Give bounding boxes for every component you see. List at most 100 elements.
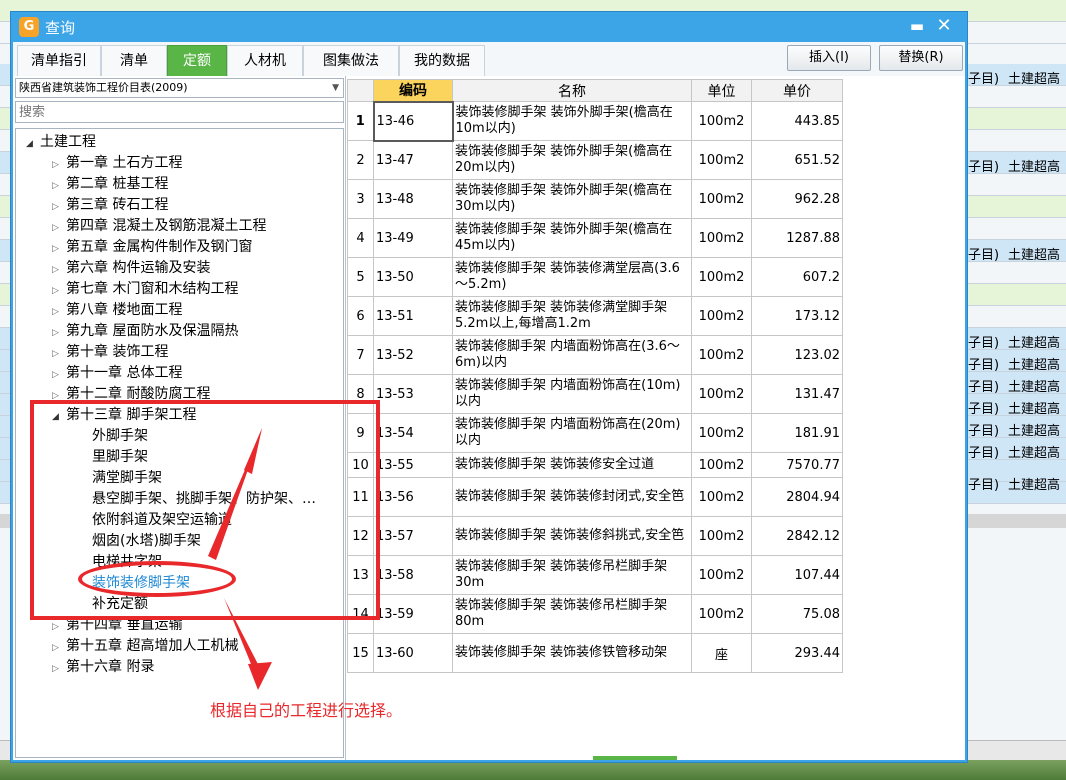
tab-list[interactable]: 清单 bbox=[101, 45, 167, 76]
unit-cell[interactable]: 100m2 bbox=[691, 452, 752, 478]
table-row[interactable]: 3 13-48 装饰装修脚手架 装饰外脚手架(檐高在30m以内) 100m2 962.2… bbox=[347, 179, 843, 219]
price-cell[interactable]: 962.28 bbox=[751, 179, 843, 219]
code-cell[interactable]: 13-46 bbox=[372, 100, 454, 142]
row-number[interactable]: 4 bbox=[347, 218, 374, 258]
expand-icon[interactable]: ▷ bbox=[52, 218, 66, 239]
name-cell[interactable]: 装饰装修脚手架 装饰装修安全过道 bbox=[452, 452, 692, 478]
price-cell[interactable]: 107.44 bbox=[751, 555, 843, 595]
name-cell[interactable]: 装饰装修脚手架 装饰外脚手架(檐高在20m以内) bbox=[452, 140, 692, 180]
tree-node-chapter[interactable]: ▷ 第三章 砖石工程 bbox=[52, 195, 168, 216]
tab-labor-material-machine[interactable]: 人材机 bbox=[227, 45, 303, 76]
close-icon[interactable]: ✕ bbox=[935, 17, 953, 35]
header-name[interactable]: 名称 bbox=[452, 79, 692, 102]
row-number[interactable]: 5 bbox=[347, 257, 374, 297]
name-cell[interactable]: 装饰装修脚手架 装饰装修封闭式,安全笆 bbox=[452, 477, 692, 517]
code-cell[interactable]: 13-56 bbox=[373, 477, 453, 517]
unit-cell[interactable]: 100m2 bbox=[691, 477, 752, 517]
expand-icon[interactable]: ▷ bbox=[52, 197, 66, 218]
unit-cell[interactable]: 100m2 bbox=[691, 413, 752, 453]
expand-icon[interactable]: ▷ bbox=[52, 617, 66, 638]
unit-cell[interactable]: 100m2 bbox=[691, 374, 752, 414]
unit-cell[interactable]: 100m2 bbox=[691, 257, 752, 297]
code-cell[interactable]: 13-54 bbox=[373, 413, 453, 453]
library-select[interactable]: 陕西省建筑装饰工程价目表(2009) ▼ bbox=[15, 78, 344, 98]
expand-icon[interactable]: ▷ bbox=[52, 260, 66, 281]
name-cell[interactable]: 装饰装修脚手架 装饰装修吊栏脚手架80m bbox=[452, 594, 692, 634]
tree-node-chapter[interactable]: ▷ 第十六章 附录 bbox=[52, 657, 154, 678]
price-cell[interactable]: 1287.88 bbox=[751, 218, 843, 258]
expand-icon[interactable]: ▷ bbox=[52, 155, 66, 176]
row-number[interactable]: 2 bbox=[347, 140, 374, 180]
table-row[interactable]: 11 13-56 装饰装修脚手架 装饰装修封闭式,安全笆 100m2 2804.94 bbox=[347, 477, 843, 517]
tree-node-root[interactable]: ◢ 土建工程 bbox=[26, 132, 96, 153]
expand-icon[interactable]: ▷ bbox=[52, 638, 66, 659]
expand-icon[interactable]: ▷ bbox=[52, 176, 66, 197]
table-row[interactable]: 6 13-51 装饰装修脚手架 装饰装修满堂脚手架5.2m以上,每增高1.2m 100… bbox=[347, 296, 843, 336]
unit-cell[interactable]: 100m2 bbox=[691, 516, 752, 556]
code-cell[interactable]: 13-59 bbox=[373, 594, 453, 634]
expand-icon[interactable]: ▷ bbox=[52, 323, 66, 344]
price-cell[interactable]: 651.52 bbox=[751, 140, 843, 180]
unit-cell[interactable]: 100m2 bbox=[691, 335, 752, 375]
tree-node-chapter[interactable]: ▷ 第一章 土石方工程 bbox=[52, 153, 182, 174]
table-row[interactable]: 5 13-50 装饰装修脚手架 装饰装修满堂层高(3.6～5.2m) 100m2 607… bbox=[347, 257, 843, 297]
unit-cell[interactable]: 100m2 bbox=[691, 140, 752, 180]
tab-my-data[interactable]: 我的数据 bbox=[399, 45, 485, 76]
code-cell[interactable]: 13-52 bbox=[373, 335, 453, 375]
table-row[interactable]: 15 13-60 装饰装修脚手架 装饰装修铁管移动架座 293.44 bbox=[347, 633, 843, 673]
unit-cell[interactable]: 座 bbox=[691, 633, 752, 673]
price-cell[interactable]: 181.91 bbox=[751, 413, 843, 453]
table-row[interactable]: 13 13-58 装饰装修脚手架 装饰装修吊栏脚手架30m 100m2 107.44 bbox=[347, 555, 843, 595]
tree-node-chapter[interactable]: ▷ 第二章 桩基工程 bbox=[52, 174, 168, 195]
price-cell[interactable]: 131.47 bbox=[751, 374, 843, 414]
code-cell[interactable]: 13-48 bbox=[373, 179, 453, 219]
collapse-icon[interactable]: ◢ bbox=[26, 134, 40, 155]
tree-node-chapter[interactable]: ▷ 第八章 楼地面工程 bbox=[52, 300, 182, 321]
header-code[interactable]: 编码 bbox=[373, 79, 453, 102]
replace-button[interactable]: 替换(R) bbox=[879, 45, 963, 71]
price-cell[interactable]: 2804.94 bbox=[751, 477, 843, 517]
tree-node-chapter[interactable]: ▷ 第十一章 总体工程 bbox=[52, 363, 182, 384]
unit-cell[interactable]: 100m2 bbox=[691, 218, 752, 258]
code-cell[interactable]: 13-47 bbox=[373, 140, 453, 180]
row-number[interactable]: 1 bbox=[347, 101, 374, 141]
row-number[interactable]: 3 bbox=[347, 179, 374, 219]
horizontal-scrollbar[interactable] bbox=[593, 756, 677, 760]
tab-quota[interactable]: 定额 bbox=[167, 45, 227, 76]
tree-node-chapter[interactable]: ▷ 第四章 混凝土及钢筋混凝土工程 bbox=[52, 216, 266, 237]
name-cell[interactable]: 装饰装修脚手架 装饰装修铁管移动架 bbox=[452, 633, 692, 673]
name-cell[interactable]: 装饰装修脚手架 装饰装修满堂脚手架5.2m以上,每增高1.2m bbox=[452, 296, 692, 336]
unit-cell[interactable]: 100m2 bbox=[691, 101, 752, 141]
tab-list-guide[interactable]: 清单指引 bbox=[17, 45, 101, 76]
table-row[interactable]: 8 13-53 装饰装修脚手架 内墙面粉饰高在(10m)以内 100m2 131.47 bbox=[347, 374, 843, 414]
code-cell[interactable]: 13-58 bbox=[373, 555, 453, 595]
table-row[interactable]: 10 13-55 装饰装修脚手架 装饰装修安全过道 100m2 7570.77 bbox=[347, 452, 843, 478]
price-cell[interactable]: 7570.77 bbox=[751, 452, 843, 478]
unit-cell[interactable]: 100m2 bbox=[691, 555, 752, 595]
unit-cell[interactable]: 100m2 bbox=[691, 179, 752, 219]
code-cell[interactable]: 13-53 bbox=[373, 374, 453, 414]
header-price[interactable]: 单价 bbox=[751, 79, 843, 102]
tree-node-chapter[interactable]: ▷ 第六章 构件运输及安装 bbox=[52, 258, 210, 279]
expand-icon[interactable]: ▷ bbox=[52, 365, 66, 386]
name-cell[interactable]: 装饰装修脚手架 内墙面粉饰高在(3.6～6m)以内 bbox=[452, 335, 692, 375]
search-input[interactable] bbox=[15, 101, 344, 123]
price-cell[interactable]: 293.44 bbox=[751, 633, 843, 673]
price-cell[interactable]: 173.12 bbox=[751, 296, 843, 336]
unit-cell[interactable]: 100m2 bbox=[691, 296, 752, 336]
table-row[interactable]: 12 13-57 装饰装修脚手架 装饰装修斜挑式,安全笆 100m2 2842.12 bbox=[347, 516, 843, 556]
price-cell[interactable]: 2842.12 bbox=[751, 516, 843, 556]
table-row[interactable]: 4 13-49 装饰装修脚手架 装饰外脚手架(檐高在45m以内) 100m2 1287.… bbox=[347, 218, 843, 258]
price-cell[interactable]: 123.02 bbox=[751, 335, 843, 375]
table-row[interactable]: 2 13-47 装饰装修脚手架 装饰外脚手架(檐高在20m以内) 100m2 651.5… bbox=[347, 140, 843, 180]
table-row[interactable]: 7 13-52 装饰装修脚手架 内墙面粉饰高在(3.6～6m)以内 100m2 123.… bbox=[347, 335, 843, 375]
expand-icon[interactable]: ▷ bbox=[52, 302, 66, 323]
expand-icon[interactable]: ▷ bbox=[52, 281, 66, 302]
price-cell[interactable]: 443.85 bbox=[751, 101, 843, 141]
row-number[interactable]: 7 bbox=[347, 335, 374, 375]
code-cell[interactable]: 13-60 bbox=[373, 633, 453, 673]
table-row[interactable]: 9 13-54 装饰装修脚手架 内墙面粉饰高在(20m)以内 100m2 181.91 bbox=[347, 413, 843, 453]
name-cell[interactable]: 装饰装修脚手架 装饰装修斜挑式,安全笆 bbox=[452, 516, 692, 556]
table-row[interactable]: 14 13-59 装饰装修脚手架 装饰装修吊栏脚手架80m 100m2 75.08 bbox=[347, 594, 843, 634]
code-cell[interactable]: 13-57 bbox=[373, 516, 453, 556]
